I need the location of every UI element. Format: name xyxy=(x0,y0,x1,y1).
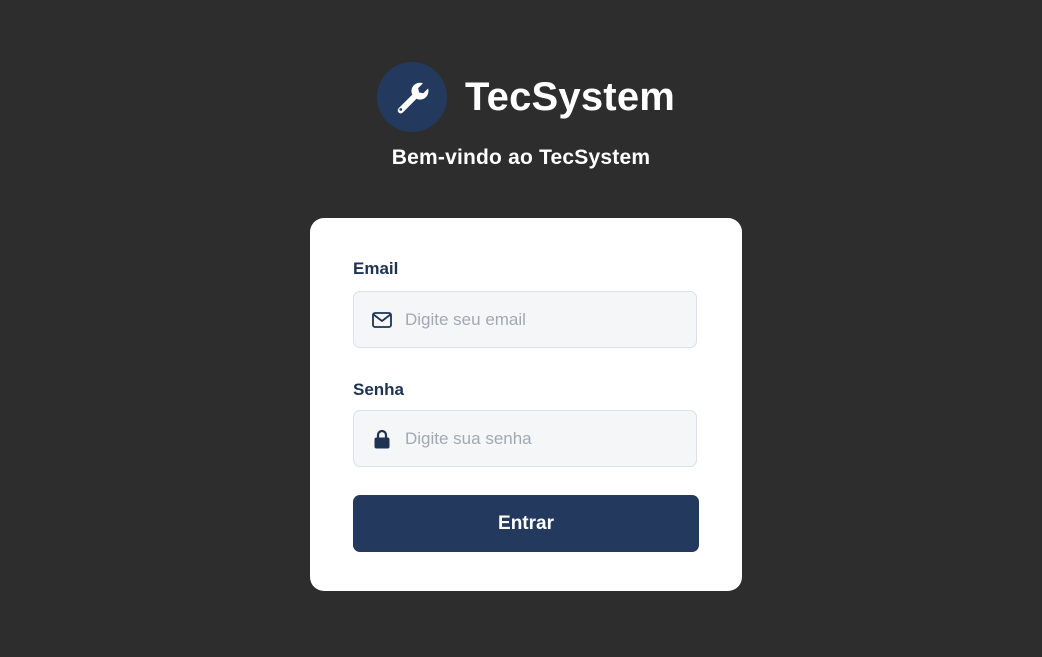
email-input[interactable] xyxy=(403,308,677,331)
login-button[interactable]: Entrar xyxy=(353,495,699,552)
password-input[interactable] xyxy=(403,427,677,450)
password-field-container[interactable] xyxy=(353,410,697,467)
email-field-container[interactable] xyxy=(353,291,697,348)
logo xyxy=(376,62,447,132)
lock-icon xyxy=(371,428,393,450)
login-page: TecSystem Bem-vindo ao TecSystem Email S… xyxy=(0,0,1042,657)
password-label: Senha xyxy=(353,380,405,399)
login-card: Email Senha Entrar xyxy=(310,218,742,591)
envelope-icon xyxy=(371,309,393,331)
wrench-icon xyxy=(397,82,429,114)
brand-row: TecSystem xyxy=(376,62,676,132)
welcome-heading: Bem-vindo ao TecSystem xyxy=(391,146,651,169)
brand-header: TecSystem xyxy=(0,62,1042,132)
app-title: TecSystem xyxy=(464,74,676,119)
email-label: Email xyxy=(353,259,399,278)
